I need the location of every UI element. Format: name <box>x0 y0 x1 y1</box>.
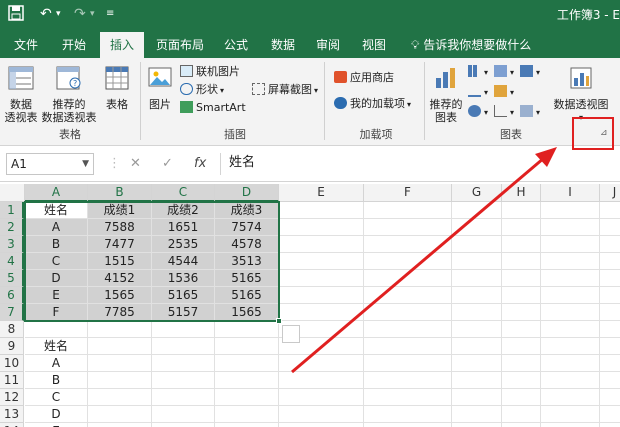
annotation-arrow <box>291 147 557 374</box>
annotation-arrow-line <box>291 156 545 374</box>
